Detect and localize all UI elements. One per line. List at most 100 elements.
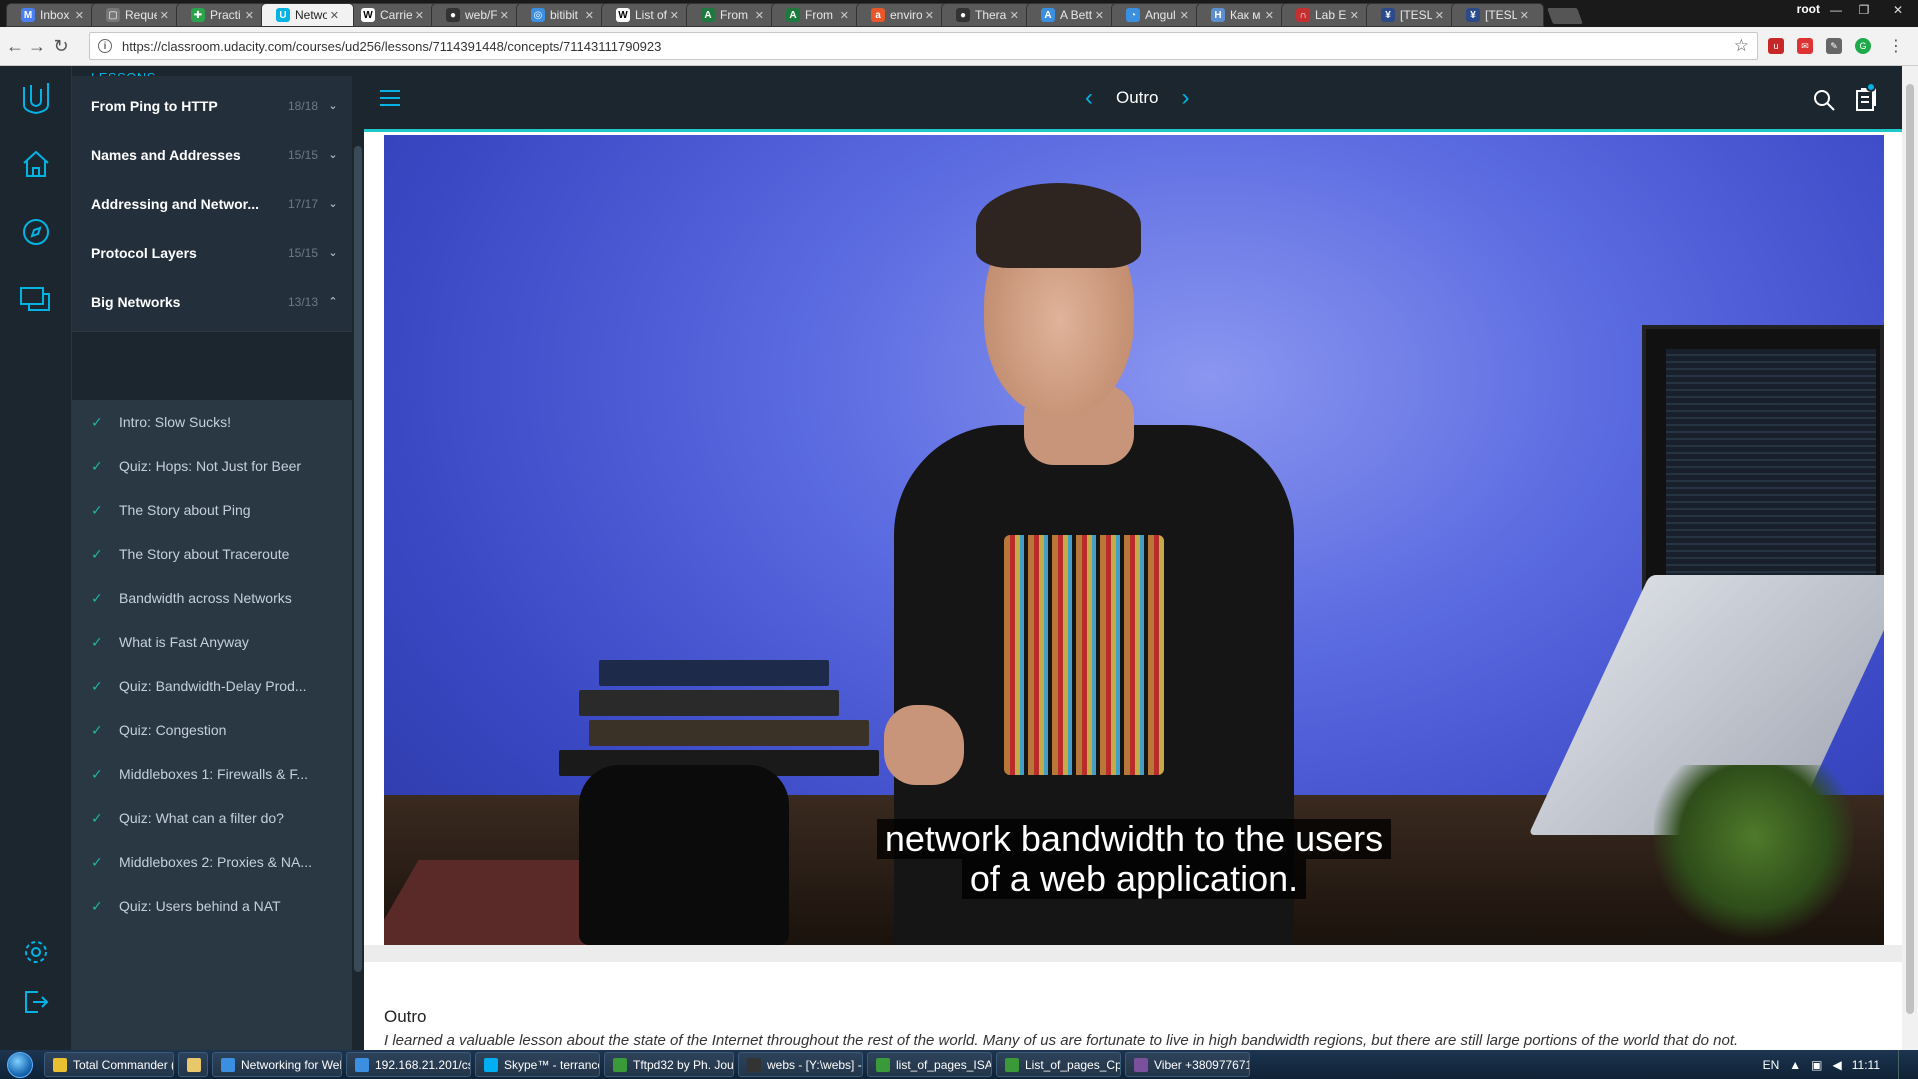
concept-item[interactable]: ✓ Quiz: Bandwidth-Delay Prod... — [72, 664, 352, 708]
start-button[interactable] — [0, 1050, 40, 1079]
video-player[interactable]: network bandwidth to the users of a web … — [384, 135, 1884, 945]
tab-close-icon[interactable]: ✕ — [1265, 9, 1274, 22]
tab-close-icon[interactable]: ✕ — [755, 9, 764, 22]
tab-close-icon[interactable]: ✕ — [160, 9, 169, 22]
tab-close-icon[interactable]: ✕ — [670, 9, 679, 22]
concept-item[interactable]: ✓ The Story about Ping — [72, 488, 352, 532]
browser-tab[interactable]: A A Bett ✕ — [1026, 3, 1119, 27]
lesson-chevron-icon[interactable]: ⌄ — [318, 246, 348, 259]
concept-item[interactable]: ✓ Quiz: Congestion — [72, 708, 352, 752]
taskbar-item[interactable]: 192.168.21.201/csd6e... — [346, 1052, 471, 1077]
taskbar-item[interactable]: List_of_pages_CpStn... — [996, 1052, 1121, 1077]
tab-close-icon[interactable]: ✕ — [1520, 9, 1529, 22]
tab-close-icon[interactable]: ✕ — [75, 9, 84, 22]
browser-tab[interactable]: ● web/F ✕ — [431, 3, 524, 27]
concept-item[interactable]: ✓ Middleboxes 2: Proxies & NA... — [72, 840, 352, 884]
taskbar-item[interactable] — [178, 1052, 208, 1077]
taskbar-item[interactable]: Tftpd32 by Ph. Jounin — [604, 1052, 734, 1077]
show-desktop-button[interactable] — [1898, 1050, 1908, 1079]
extension-gmail-icon[interactable]: ✉ — [1797, 38, 1813, 54]
search-icon[interactable] — [1812, 88, 1836, 117]
browser-tab[interactable]: a enviro ✕ — [856, 3, 949, 27]
compass-icon[interactable] — [18, 214, 54, 250]
page-scrollbar-thumb[interactable] — [1906, 84, 1914, 1014]
concept-item[interactable]: ✓ Quiz: Hops: Not Just for Beer — [72, 444, 352, 488]
tab-close-icon[interactable]: ✕ — [245, 9, 254, 22]
browser-tab[interactable]: H Как м ✕ — [1196, 3, 1289, 27]
language-indicator[interactable]: EN — [1763, 1058, 1780, 1072]
taskbar-item[interactable]: Total Commander (x... — [44, 1052, 174, 1077]
tab-close-icon[interactable]: ✕ — [500, 9, 509, 22]
tray-volume-icon[interactable]: ◀ — [1833, 1058, 1842, 1072]
url-text[interactable]: https://classroom.udacity.com/courses/ud… — [122, 39, 1734, 54]
concept-item[interactable]: ✓ What is Fast Anyway — [72, 620, 352, 664]
browser-tab[interactable]: ◔ Angul ✕ — [1111, 3, 1204, 27]
browser-tab[interactable]: U Netwo ✕ — [261, 3, 354, 27]
page-scrollbar[interactable] — [1902, 66, 1918, 1050]
tab-close-icon[interactable]: ✕ — [1010, 9, 1019, 22]
extension-adblock-icon[interactable]: u — [1768, 38, 1784, 54]
tab-close-icon[interactable]: ✕ — [925, 9, 934, 22]
bookmark-star-icon[interactable]: ☆ — [1734, 36, 1749, 56]
concept-item[interactable]: ✓ Intro: Slow Sucks! — [72, 400, 352, 444]
browser-tab[interactable]: M Inbox ✕ — [6, 3, 99, 27]
browser-tab[interactable]: ● Thera ✕ — [941, 3, 1034, 27]
tab-close-icon[interactable]: ✕ — [1435, 9, 1444, 22]
tab-close-icon[interactable]: ✕ — [1095, 9, 1104, 22]
tray-network-icon[interactable]: ▣ — [1811, 1058, 1822, 1072]
settings-gear-icon[interactable] — [18, 934, 54, 970]
tray-arrow-icon[interactable]: ▲ — [1789, 1058, 1801, 1072]
forward-arrow-icon[interactable]: → — [26, 35, 48, 57]
sidebar-scrollbar-thumb[interactable] — [354, 146, 362, 972]
browser-tab[interactable]: ✚ Practi ✕ — [176, 3, 269, 27]
lesson-chevron-icon[interactable]: ⌄ — [318, 99, 348, 112]
udacity-logo-icon[interactable] — [18, 80, 54, 116]
taskbar-item[interactable]: webs - [Y:\webs] - W... — [738, 1052, 863, 1077]
browser-tab[interactable]: ▢ Reque ✕ — [91, 3, 184, 27]
browser-tab[interactable]: W List of ✕ — [601, 3, 694, 27]
site-info-icon[interactable]: i — [98, 39, 112, 53]
browser-tab[interactable]: ¥ [TESL ✕ — [1451, 3, 1544, 27]
lesson-row[interactable]: Big Networks 13/13 ⌃ — [72, 272, 352, 332]
browser-tab[interactable]: ◎ bitibit ✕ — [516, 3, 609, 27]
maximize-button[interactable]: ❐ — [1850, 0, 1878, 20]
minimize-button[interactable]: — — [1822, 0, 1850, 20]
tab-close-icon[interactable]: ✕ — [585, 9, 594, 22]
browser-tab[interactable]: W Carrie ✕ — [346, 3, 439, 27]
browser-menu-icon[interactable]: ⋮ — [1888, 38, 1904, 55]
lesson-chevron-icon[interactable]: ⌄ — [318, 148, 348, 161]
clock[interactable]: 11:11 — [1852, 1058, 1880, 1072]
browser-tab[interactable]: ∩ Lab Ei ✕ — [1281, 3, 1374, 27]
home-icon[interactable] — [18, 146, 54, 182]
concept-item[interactable]: ✓ The Story about Traceroute — [72, 532, 352, 576]
taskbar-item[interactable]: Viber +380977671323 — [1125, 1052, 1250, 1077]
tab-close-icon[interactable]: ✕ — [330, 9, 339, 22]
tab-close-icon[interactable]: ✕ — [840, 9, 849, 22]
logout-icon[interactable] — [18, 984, 54, 1020]
browser-tab[interactable]: A From ✕ — [686, 3, 779, 27]
lesson-chevron-icon[interactable]: ⌃ — [318, 295, 348, 308]
reload-icon[interactable]: ↻ — [50, 35, 72, 57]
prev-concept-chevron-icon[interactable]: ‹ — [1078, 84, 1100, 112]
new-tab-button[interactable] — [1547, 8, 1583, 24]
extension-grammarly-icon[interactable]: G — [1855, 38, 1871, 54]
extension-pen-icon[interactable]: ✎ — [1826, 38, 1842, 54]
concept-item[interactable]: ✓ Quiz: What can a filter do? — [72, 796, 352, 840]
tab-close-icon[interactable]: ✕ — [1350, 9, 1359, 22]
taskbar-item[interactable]: Networking for Web ... — [212, 1052, 342, 1077]
resources-icon[interactable] — [1854, 82, 1878, 117]
tab-close-icon[interactable]: ✕ — [1180, 9, 1189, 22]
browser-tab[interactable]: ¥ [TESL ✕ — [1366, 3, 1459, 27]
next-concept-chevron-icon[interactable]: › — [1175, 84, 1197, 112]
lesson-chevron-icon[interactable]: ⌄ — [318, 197, 348, 210]
taskbar-item[interactable]: Skype™ - terrance256 — [475, 1052, 600, 1077]
chat-icon[interactable] — [18, 282, 54, 318]
hamburger-menu-icon[interactable] — [380, 90, 400, 111]
tab-close-icon[interactable]: ✕ — [415, 9, 424, 22]
sidebar-scrollbar[interactable] — [352, 66, 364, 1050]
close-window-button[interactable]: ✕ — [1878, 0, 1918, 20]
back-arrow-icon[interactable]: ← — [4, 35, 26, 57]
concept-item[interactable]: ✓ Middleboxes 1: Firewalls & F... — [72, 752, 352, 796]
address-bar[interactable]: i https://classroom.udacity.com/courses/… — [89, 32, 1758, 60]
concept-item[interactable]: ✓ Bandwidth across Networks — [72, 576, 352, 620]
